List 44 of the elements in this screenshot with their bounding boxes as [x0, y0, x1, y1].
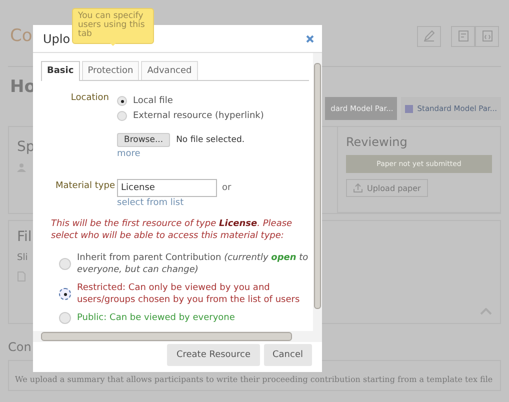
radio-button[interactable]	[59, 258, 71, 270]
user-icon	[17, 163, 26, 172]
edit-button[interactable]	[417, 26, 441, 46]
radio-button[interactable]	[117, 111, 127, 121]
close-icon[interactable]	[306, 34, 314, 42]
document-icon	[458, 30, 468, 42]
option-label: Public: Can be viewed by everyone	[77, 312, 235, 324]
radio-button[interactable]	[117, 96, 127, 106]
option-label: External resource (hyperlink)	[133, 111, 264, 121]
reviewing-title: Reviewing	[346, 135, 408, 149]
option-label: Restricted: Can only be viewed by you and users/groups chosen by you from the list of users	[77, 282, 301, 306]
code-file-icon	[482, 30, 492, 42]
pdf-button[interactable]	[451, 26, 475, 46]
page-title: Co	[10, 26, 32, 46]
pencil-icon	[423, 30, 435, 42]
summary-text: We upload a summary that allows participants to write their proceeding contribution starting from a template tex file	[15, 374, 494, 386]
notice-text: This will be the first resource of type License. Please select who will be able to access this material type:	[51, 218, 294, 242]
select-from-list-link[interactable]: select from list	[117, 198, 232, 208]
caret-up-icon[interactable]	[480, 308, 492, 315]
upload-icon	[353, 183, 363, 193]
code-file-button[interactable]	[475, 26, 499, 46]
vertical-scrollbar[interactable]	[313, 53, 322, 331]
dialog-tab[interactable]: Advanced	[141, 61, 198, 80]
dialog-button[interactable]: Create Resource	[167, 344, 260, 366]
option-label: Inherit from parent Contribution (currently open to everyone, but can change)	[77, 252, 309, 276]
material-type-label: Material type	[54, 180, 116, 193]
option-label: Local file	[133, 96, 173, 106]
file-status: No file selected.	[176, 135, 245, 145]
dialog-title: Uplo	[43, 32, 70, 46]
file-icon	[17, 271, 26, 282]
browse-button[interactable]: Browse...	[117, 133, 170, 147]
section-label: Fil	[17, 229, 32, 245]
horizontal-scrollbar[interactable]	[33, 331, 322, 342]
radio-button[interactable]	[59, 288, 71, 300]
dialog-tab[interactable]: Basic	[41, 61, 80, 81]
or-text: or	[222, 183, 232, 193]
files-label: Sli	[17, 253, 28, 263]
radio-button[interactable]	[59, 312, 71, 324]
dialog-tab[interactable]: Protection	[82, 61, 140, 80]
section-label: Con	[8, 340, 32, 354]
material-type-field[interactable]: License	[117, 179, 217, 197]
dialog-button[interactable]: Cancel	[264, 344, 312, 366]
location-label: Location	[70, 93, 110, 105]
more-link[interactable]: more	[117, 149, 313, 159]
